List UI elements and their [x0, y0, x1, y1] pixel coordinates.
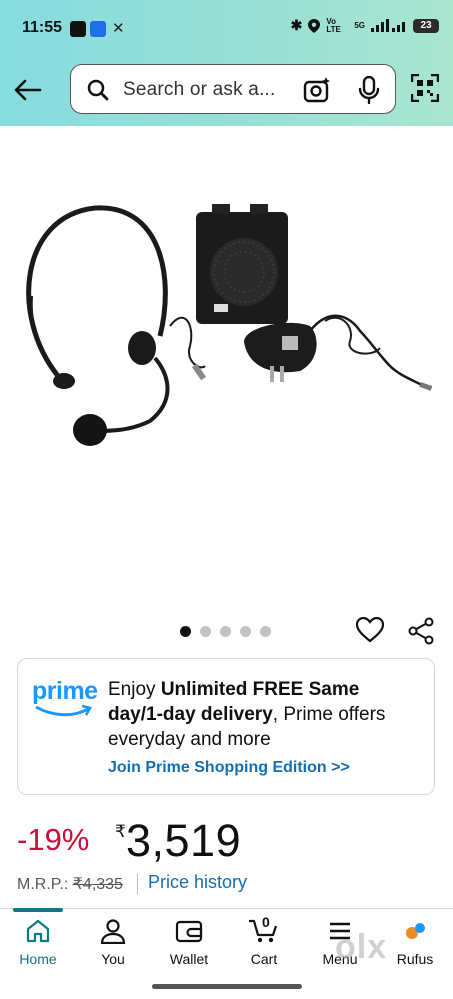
nav-you[interactable]: You [78, 918, 148, 967]
dismissed-notification-icon: ✕ [112, 20, 125, 37]
carousel-dot[interactable] [260, 626, 271, 637]
nav-label: Home [19, 951, 57, 967]
nav-cart[interactable]: 0 Cart [229, 914, 299, 967]
status-bar: 11:55 ✕ ✱ Vo LTE 5G 23 [0, 0, 453, 58]
prime-logo: prime [32, 677, 98, 705]
location-icon [308, 18, 321, 33]
price-divider [137, 874, 138, 894]
rufus-icon [406, 923, 425, 939]
mrp-label: M.R.P.: [17, 876, 69, 893]
olx-watermark: olx [335, 928, 388, 966]
battery-icon: 23 [413, 18, 439, 33]
search-icon [87, 79, 109, 101]
image-carousel-dots[interactable] [180, 626, 271, 637]
nav-rufus[interactable]: Rufus [380, 918, 450, 967]
home-icon [26, 919, 50, 943]
carousel-dot[interactable] [240, 626, 251, 637]
signal-bars-icon [371, 19, 405, 32]
nav-home[interactable]: Home [3, 918, 73, 967]
price-amount: 3,519 [126, 815, 242, 866]
price-history-link[interactable]: Price history [148, 872, 247, 893]
prime-description: Enjoy Unlimited FREE Same day/1-day deli… [108, 677, 418, 752]
bluetooth-icon: ✱ [290, 17, 303, 33]
search-input[interactable]: Search or ask a... [70, 64, 396, 114]
user-icon [100, 919, 126, 945]
microphone-icon[interactable] [358, 76, 380, 104]
status-right: ✱ Vo LTE 5G 23 [291, 17, 439, 34]
nav-label: Rufus [396, 951, 434, 967]
app-notification-icon [70, 21, 86, 37]
wallet-icon [175, 920, 203, 943]
network-label: Vo LTE [326, 16, 341, 34]
currency-symbol: ₹ [115, 822, 126, 841]
cart-count-badge: 0 [262, 914, 270, 930]
search-placeholder: Search or ask a... [123, 79, 276, 100]
product-image[interactable] [0, 126, 453, 616]
back-arrow-icon[interactable] [12, 76, 44, 104]
nav-label: Cart [250, 951, 278, 967]
qr-scan-icon[interactable] [411, 74, 439, 102]
prime-text-prefix: Enjoy [108, 679, 161, 700]
mrp: M.R.P.: ₹4,335 [17, 874, 123, 894]
discount-percentage: -19% [17, 822, 90, 857]
camera-lens-icon[interactable] [303, 77, 331, 103]
nav-label: You [101, 951, 125, 967]
signal-label: 5G [354, 21, 365, 30]
carousel-dot[interactable] [180, 626, 191, 637]
carousel-dot[interactable] [200, 626, 211, 637]
carousel-dot[interactable] [220, 626, 231, 637]
share-icon[interactable] [407, 617, 435, 645]
join-prime-link[interactable]: Join Prime Shopping Edition >> [108, 759, 350, 777]
wishlist-heart-icon[interactable] [356, 617, 384, 643]
gesture-bar[interactable] [152, 984, 302, 989]
cloud-notification-icon [90, 21, 106, 37]
nav-label: Wallet [169, 951, 209, 967]
nav-wallet[interactable]: Wallet [154, 918, 224, 967]
status-time: 11:55 [22, 19, 63, 36]
prime-smile-icon [35, 704, 92, 717]
mrp-value: ₹4,335 [72, 876, 123, 893]
prime-promo-card[interactable]: prime Enjoy Unlimited FREE Same day/1-da… [17, 658, 435, 795]
active-tab-indicator [13, 908, 63, 912]
